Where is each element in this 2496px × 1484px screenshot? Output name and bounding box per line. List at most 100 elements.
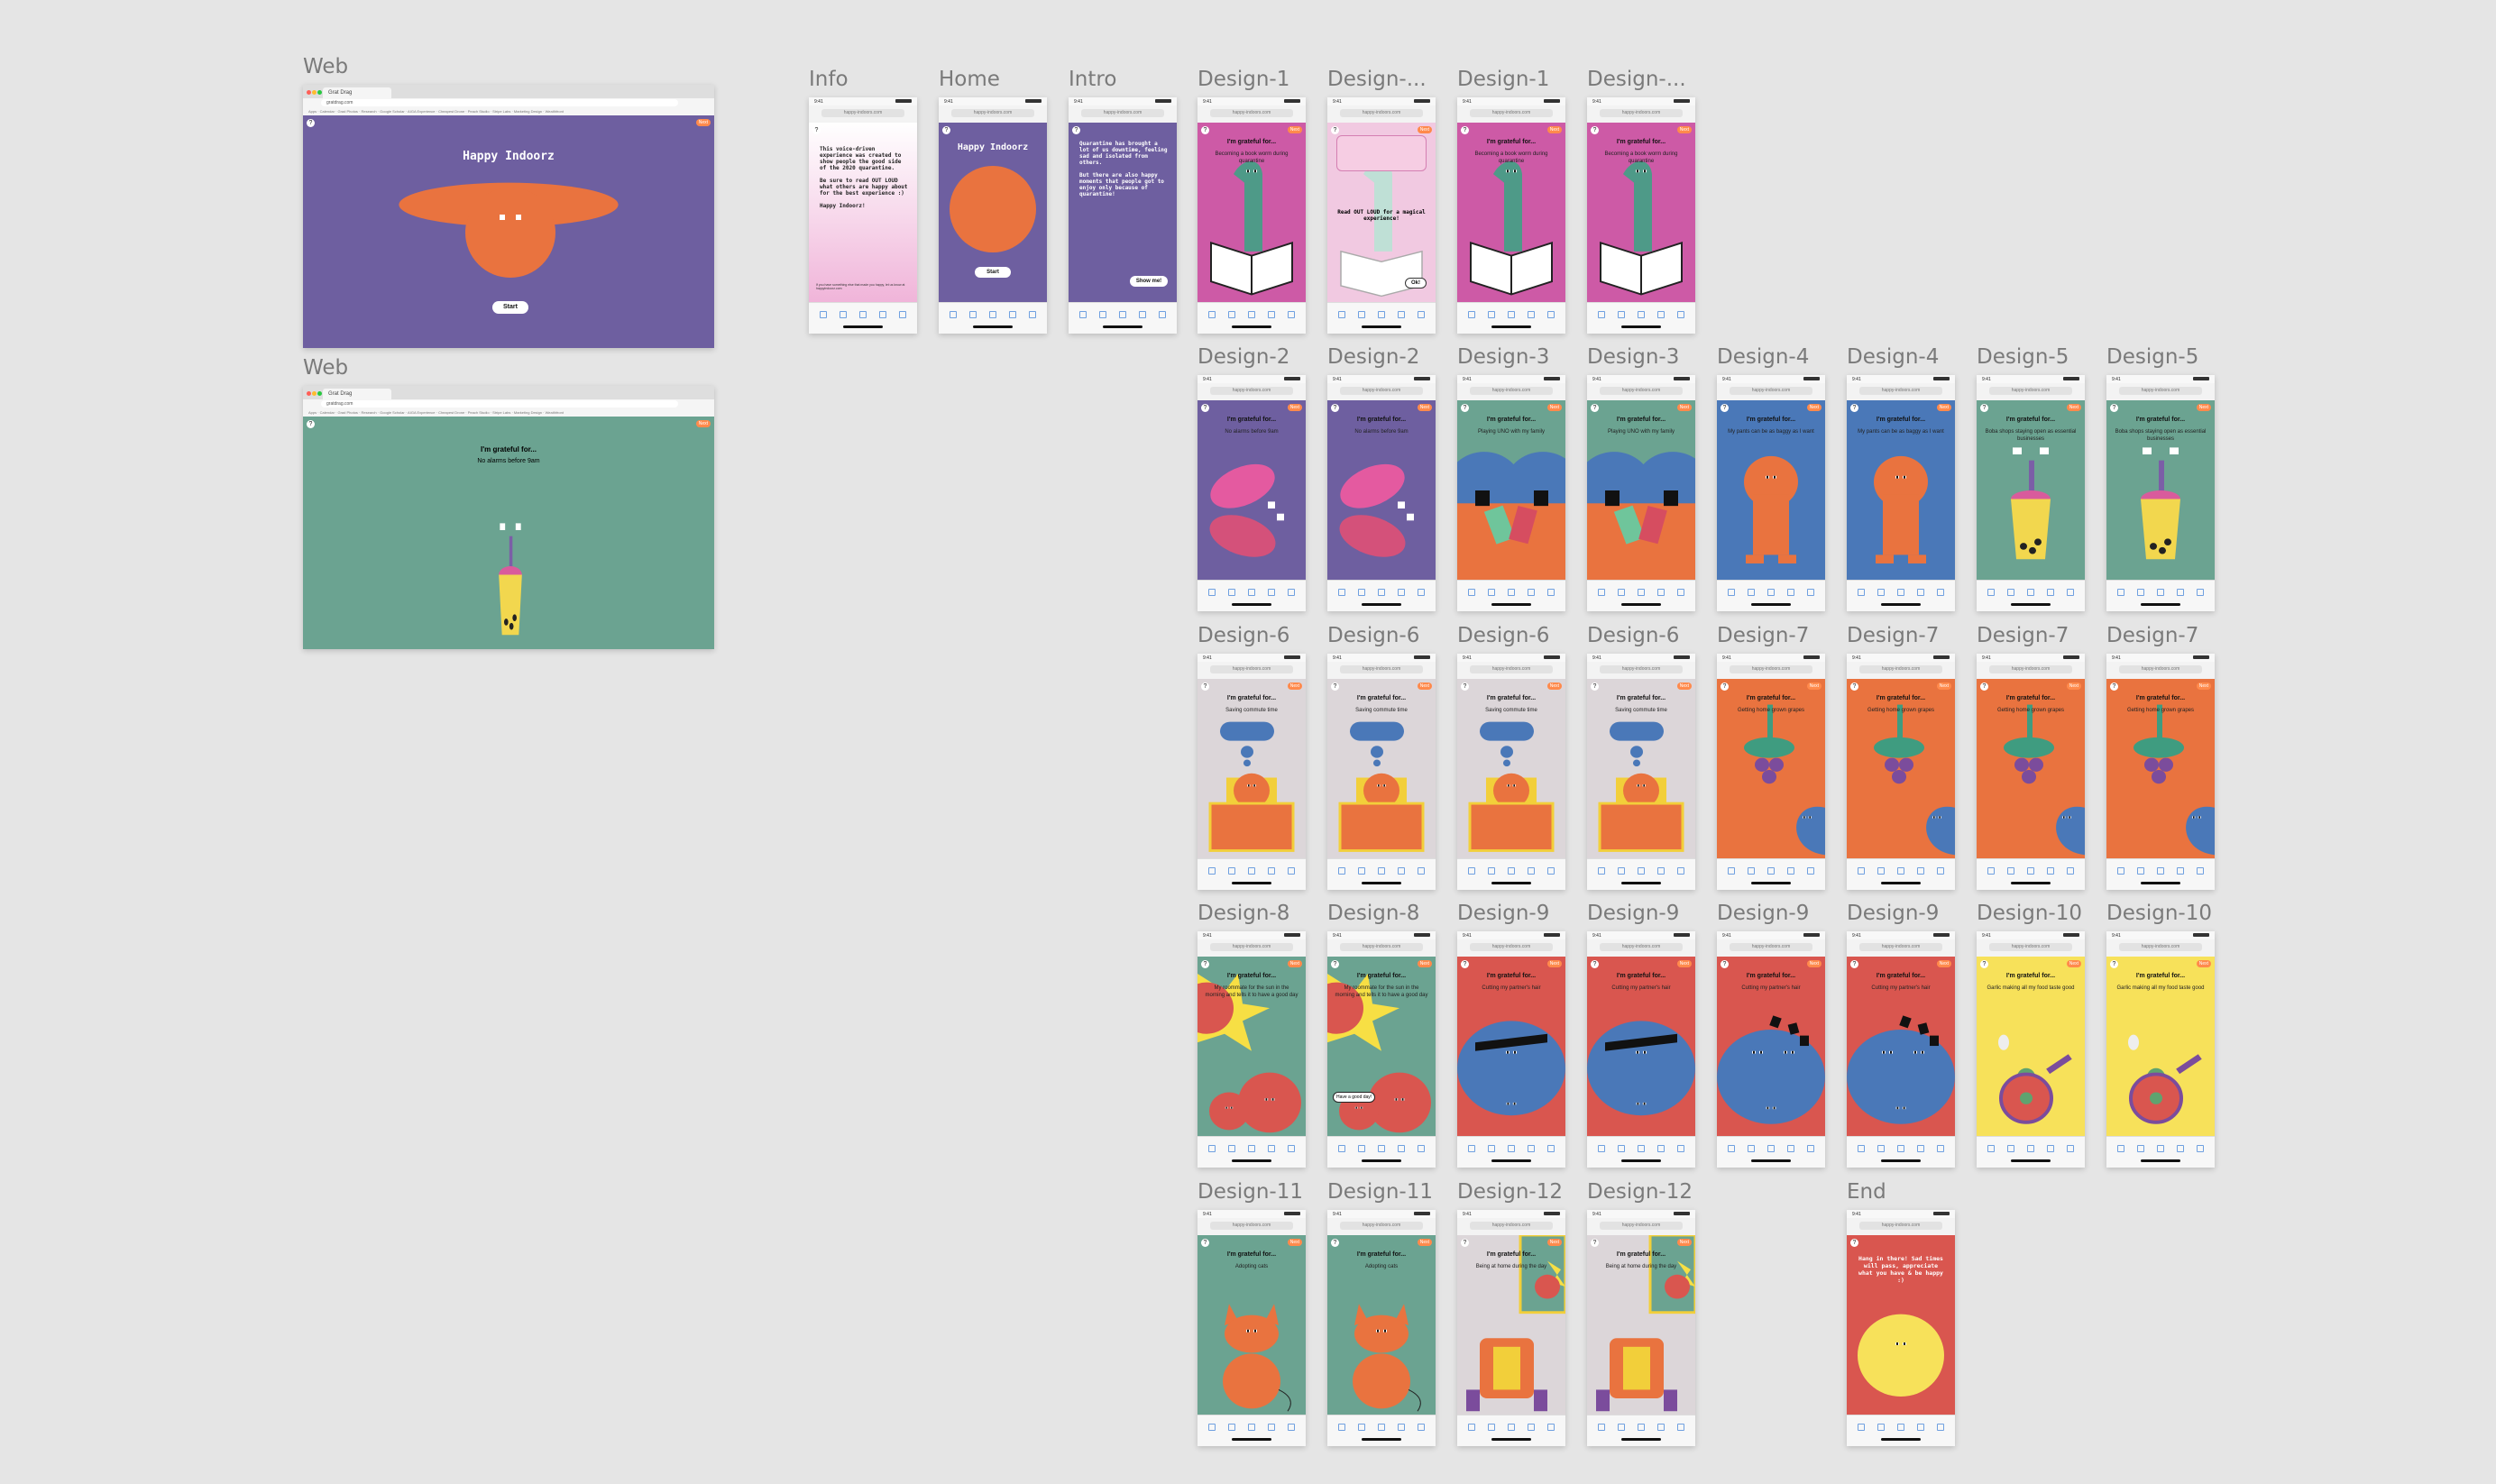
next-button[interactable]: Next: [2066, 682, 2081, 690]
forward-icon[interactable]: [1488, 311, 1495, 318]
forward-icon[interactable]: [1488, 867, 1495, 875]
url-bar[interactable]: happy-indoors.com: [1977, 939, 2085, 957]
url-bar[interactable]: happy-indoors.com: [1198, 662, 1306, 680]
browser-tab[interactable]: Grat Drag: [323, 389, 391, 399]
help-button[interactable]: ?: [1721, 960, 1729, 968]
next-button[interactable]: Next: [1287, 126, 1302, 133]
back-icon[interactable]: [1208, 1424, 1216, 1431]
url-bar[interactable]: happy-indoors.com: [2106, 662, 2215, 680]
design-1-screen[interactable]: 9:41happy-indoors.com?NextI'm grateful f…: [1587, 97, 1695, 334]
next-button[interactable]: Next: [2196, 404, 2211, 411]
minimize-dot[interactable]: [312, 391, 317, 396]
url-bar[interactable]: happy-indoors.com: [809, 105, 917, 124]
design-screen[interactable]: 9:41 happy-indoors.com? Next I'm grateful f…: [1717, 375, 1825, 611]
help-button[interactable]: ?: [1850, 1239, 1858, 1247]
next-button[interactable]: Next: [695, 420, 711, 427]
forward-icon[interactable]: [2007, 1145, 2014, 1152]
back-icon[interactable]: [1468, 1145, 1475, 1152]
next-button[interactable]: Next: [1806, 960, 1822, 967]
tabs-icon[interactable]: [1418, 1424, 1425, 1431]
bookmarks-icon[interactable]: [1528, 311, 1535, 318]
forward-icon[interactable]: [1228, 589, 1235, 596]
forward-icon[interactable]: [840, 311, 847, 318]
design-screen[interactable]: 9:41 happy-indoors.com? Next I'm grateful f…: [1198, 1210, 1306, 1446]
tabs-icon[interactable]: [1677, 1424, 1684, 1431]
forward-icon[interactable]: [2137, 867, 2144, 875]
url-bar[interactable]: happy-indoors.com: [1457, 662, 1565, 680]
url-bar[interactable]: happy-indoors.com: [1717, 939, 1825, 957]
design-screen[interactable]: 9:41 happy-indoors.com? Next I'm grateful f…: [1847, 931, 1955, 1168]
forward-icon[interactable]: [1228, 867, 1235, 875]
url-bar[interactable]: happy-indoors.com: [1198, 1218, 1306, 1236]
help-button[interactable]: ?: [1331, 682, 1339, 691]
bookmarks-icon[interactable]: [1268, 589, 1275, 596]
tabs-icon[interactable]: [1677, 311, 1684, 318]
bookmarks-icon[interactable]: [1657, 867, 1665, 875]
design-screen[interactable]: 9:41 happy-indoors.com? Next I'm grateful f…: [1717, 931, 1825, 1168]
start-button[interactable]: Start: [975, 267, 1011, 278]
next-button[interactable]: Next: [1546, 1239, 1562, 1246]
design-screen[interactable]: 9:41 happy-indoors.com? Next I'm grateful f…: [1717, 654, 1825, 890]
back-icon[interactable]: [1338, 1424, 1345, 1431]
share-icon[interactable]: [1248, 1145, 1255, 1152]
bookmarks-icon[interactable]: [1657, 1424, 1665, 1431]
home-screen[interactable]: 9:41 happy-indoors.com? Happy Indoorz Start: [939, 97, 1047, 334]
forward-icon[interactable]: [1099, 311, 1106, 318]
tabs-icon[interactable]: [1159, 311, 1166, 318]
next-button[interactable]: Next: [1676, 126, 1692, 133]
tabs-icon[interactable]: [2197, 1145, 2204, 1152]
design-screen[interactable]: 9:41 happy-indoors.com? Next I'm grateful f…: [1327, 654, 1436, 890]
design-screen[interactable]: 9:41 happy-indoors.com? Next I'm grateful f…: [1587, 375, 1695, 611]
info-screen[interactable]: 9:41 happy-indoors.com? This voice-driven …: [809, 97, 917, 334]
share-icon[interactable]: [1638, 867, 1645, 875]
design-screen[interactable]: 9:41 happy-indoors.com? Next I'm grateful f…: [1198, 654, 1306, 890]
help-button[interactable]: ?: [1201, 1239, 1209, 1247]
url-bar[interactable]: happy-indoors.com: [1717, 383, 1825, 401]
help-button[interactable]: ?: [1461, 960, 1469, 968]
help-button[interactable]: ?: [1331, 126, 1339, 134]
forward-icon[interactable]: [1228, 311, 1235, 318]
share-icon[interactable]: [1638, 589, 1645, 596]
help-button[interactable]: ?: [1461, 1239, 1469, 1247]
back-icon[interactable]: [1208, 311, 1216, 318]
bookmarks-icon[interactable]: [1268, 1145, 1275, 1152]
share-icon[interactable]: [1508, 311, 1515, 318]
url-bar[interactable]: happy-indoors.com: [1327, 1218, 1436, 1236]
forward-icon[interactable]: [1358, 1424, 1365, 1431]
share-icon[interactable]: [1248, 867, 1255, 875]
bookmarks-icon[interactable]: [2177, 867, 2184, 875]
forward-icon[interactable]: [1488, 1424, 1495, 1431]
tabs-icon[interactable]: [2197, 867, 2204, 875]
back-icon[interactable]: [1987, 1145, 1995, 1152]
design-screen[interactable]: 9:41 happy-indoors.com? Next I'm grateful f…: [2106, 931, 2215, 1168]
share-icon[interactable]: [1378, 1145, 1385, 1152]
bookmarks-icon[interactable]: [1528, 1424, 1535, 1431]
forward-icon[interactable]: [1488, 589, 1495, 596]
share-icon[interactable]: [1638, 1424, 1645, 1431]
back-icon[interactable]: [1987, 589, 1995, 596]
share-icon[interactable]: [1767, 1145, 1775, 1152]
bookmarks-icon[interactable]: [1657, 589, 1665, 596]
next-button[interactable]: Next: [1417, 126, 1432, 133]
url-bar[interactable]: happy-indoors.com: [1977, 383, 2085, 401]
bookmarks-icon[interactable]: [1917, 1145, 1924, 1152]
design-1-screen[interactable]: 9:41happy-indoors.com?NextI'm grateful f…: [1327, 97, 1436, 334]
back-icon[interactable]: [1858, 1424, 1865, 1431]
forward-icon[interactable]: [1358, 311, 1365, 318]
bookmarks-icon[interactable]: [1787, 1145, 1794, 1152]
back-icon[interactable]: [1598, 867, 1605, 875]
tabs-icon[interactable]: [1547, 589, 1555, 596]
intro-screen[interactable]: 9:41 happy-indoors.com? Quarantine has bro…: [1069, 97, 1177, 334]
design-screen[interactable]: 9:41 happy-indoors.com? Next I'm grateful f…: [1327, 375, 1436, 611]
share-icon[interactable]: [1378, 867, 1385, 875]
zoom-dot[interactable]: [317, 391, 322, 396]
design-screen[interactable]: 9:41 happy-indoors.com? Next I'm grateful f…: [1977, 375, 2085, 611]
show-me-button[interactable]: Show me!: [1130, 276, 1168, 287]
help-button[interactable]: ?: [1591, 960, 1599, 968]
back-icon[interactable]: [1598, 1145, 1605, 1152]
forward-icon[interactable]: [1618, 1424, 1625, 1431]
back-icon[interactable]: [1468, 867, 1475, 875]
bookmarks-icon[interactable]: [1917, 1424, 1924, 1431]
tabs-icon[interactable]: [1807, 867, 1814, 875]
url-bar[interactable]: happy-indoors.com: [1847, 383, 1955, 401]
